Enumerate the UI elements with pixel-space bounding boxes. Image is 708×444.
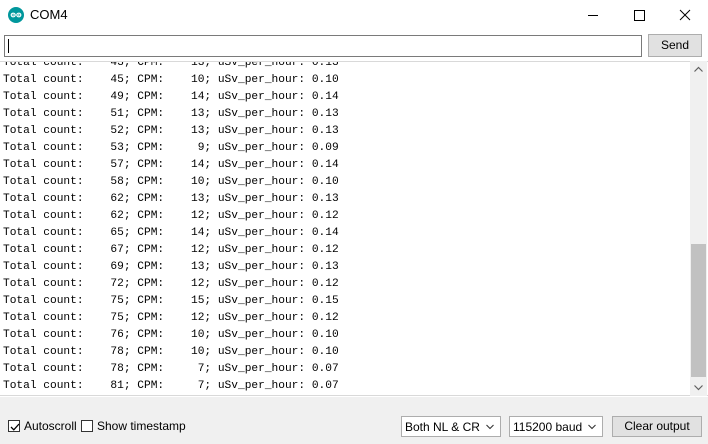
- minimize-icon: [588, 15, 598, 16]
- output-line: Total count: 57; CPM: 14; uSv_per_hour: …: [3, 159, 339, 171]
- send-button[interactable]: Send: [648, 34, 702, 57]
- line-ending-select[interactable]: Both NL & CR: [401, 416, 501, 437]
- text-caret: [8, 39, 9, 53]
- output-line: Total count: 51; CPM: 13; uSv_per_hour: …: [3, 108, 339, 120]
- chevron-up-icon: [694, 66, 703, 72]
- output-line: Total count: 81; CPM: 7; uSv_per_hour: 0…: [3, 380, 339, 392]
- show-timestamp-label[interactable]: Show timestamp: [97, 419, 186, 433]
- vertical-scrollbar[interactable]: [690, 61, 707, 396]
- close-icon: [679, 9, 691, 21]
- output-line: Total count: 78; CPM: 7; uSv_per_hour: 0…: [3, 363, 339, 375]
- window-title: COM4: [30, 7, 68, 22]
- output-line: Total count: 62; CPM: 12; uSv_per_hour: …: [3, 210, 339, 222]
- autoscroll-checkbox[interactable]: [8, 420, 20, 432]
- output-line: Total count: 65; CPM: 14; uSv_per_hour: …: [3, 227, 339, 239]
- clear-output-button[interactable]: Clear output: [612, 416, 702, 437]
- maximize-icon: [634, 10, 645, 21]
- output-line: Total count: 45; CPM: 10; uSv_per_hour: …: [3, 74, 339, 86]
- output-line: Total count: 49; CPM: 14; uSv_per_hour: …: [3, 91, 339, 103]
- output-line: Total count: 72; CPM: 12; uSv_per_hour: …: [3, 278, 339, 290]
- scroll-up-button[interactable]: [690, 61, 707, 78]
- output-line: Total count: 58; CPM: 10; uSv_per_hour: …: [3, 176, 339, 188]
- output-line: Total count: 67; CPM: 12; uSv_per_hour: …: [3, 244, 339, 256]
- checkmark-icon: [10, 423, 20, 431]
- arduino-logo-icon: [8, 7, 24, 23]
- serial-monitor-window: COM4 Send Total count: 43; CPM: 13; uSv_…: [0, 0, 708, 444]
- serial-send-input[interactable]: [4, 35, 642, 57]
- baud-rate-select[interactable]: 115200 baud: [509, 416, 603, 437]
- serial-output[interactable]: Total count: 43; CPM: 13; uSv_per_hour: …: [0, 61, 708, 396]
- title-bar[interactable]: COM4: [0, 0, 708, 30]
- output-line: Total count: 43; CPM: 13; uSv_per_hour: …: [3, 61, 339, 69]
- minimize-button[interactable]: [570, 0, 616, 30]
- autoscroll-label[interactable]: Autoscroll: [24, 419, 77, 433]
- chevron-down-icon: [588, 424, 596, 430]
- chevron-down-icon: [694, 385, 703, 391]
- output-line: Total count: 78; CPM: 10; uSv_per_hour: …: [3, 346, 339, 358]
- chevron-down-icon: [486, 424, 494, 430]
- output-line: Total count: 69; CPM: 13; uSv_per_hour: …: [3, 261, 339, 273]
- output-line: Total count: 75; CPM: 15; uSv_per_hour: …: [3, 295, 339, 307]
- output-line: Total count: 62; CPM: 13; uSv_per_hour: …: [3, 193, 339, 205]
- scroll-down-button[interactable]: [690, 379, 707, 396]
- show-timestamp-checkbox[interactable]: [81, 420, 93, 432]
- output-line: Total count: 53; CPM: 9; uSv_per_hour: 0…: [3, 142, 339, 154]
- close-button[interactable]: [662, 0, 708, 30]
- output-lines: Total count: 43; CPM: 13; uSv_per_hour: …: [3, 61, 339, 395]
- baud-rate-value: 115200 baud: [513, 420, 583, 434]
- scroll-thumb[interactable]: [691, 244, 706, 377]
- output-line: Total count: 76; CPM: 10; uSv_per_hour: …: [3, 329, 339, 341]
- output-line: Total count: 52; CPM: 13; uSv_per_hour: …: [3, 125, 339, 137]
- maximize-button[interactable]: [616, 0, 662, 30]
- output-line: Total count: 75; CPM: 12; uSv_per_hour: …: [3, 312, 339, 324]
- line-ending-value: Both NL & CR: [405, 420, 480, 434]
